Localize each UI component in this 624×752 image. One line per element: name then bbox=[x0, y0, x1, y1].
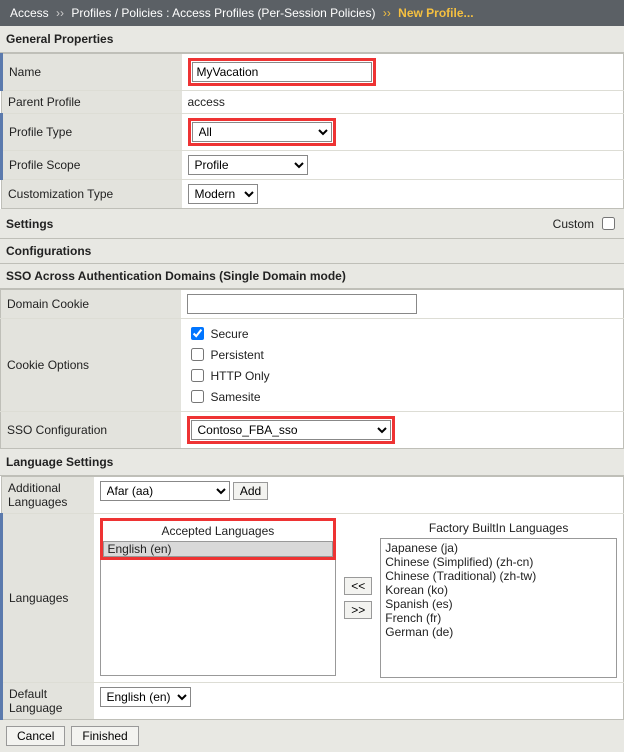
sso-table: Domain Cookie Cookie Options Secure Pers… bbox=[0, 289, 624, 449]
highlight-name bbox=[188, 58, 376, 86]
default-language-label: Default Language bbox=[2, 683, 94, 720]
languages-label: Languages bbox=[2, 514, 94, 683]
finished-button[interactable]: Finished bbox=[71, 726, 138, 746]
profile-type-select[interactable]: All bbox=[192, 122, 332, 142]
factory-language-item[interactable]: Korean (ko) bbox=[381, 583, 616, 597]
settings-header-row: Settings Custom bbox=[0, 209, 624, 239]
accepted-languages-list[interactable] bbox=[100, 560, 337, 676]
httponly-checkbox[interactable] bbox=[191, 369, 204, 382]
factory-languages-list[interactable]: Japanese (ja) Chinese (Simplified) (zh-c… bbox=[380, 538, 617, 678]
additional-languages-label: Additional Languages bbox=[2, 477, 94, 514]
profile-scope-label: Profile Scope bbox=[2, 151, 182, 180]
breadcrumb-sep: ›› bbox=[56, 6, 64, 20]
parent-profile-value: access bbox=[182, 91, 624, 114]
secure-label: Secure bbox=[211, 327, 249, 341]
domain-cookie-label: Domain Cookie bbox=[1, 290, 181, 319]
language-settings-header: Language Settings bbox=[0, 449, 624, 476]
highlight-profile-type: All bbox=[188, 118, 336, 146]
general-properties-header: General Properties bbox=[0, 26, 624, 53]
httponly-label: HTTP Only bbox=[211, 369, 270, 383]
name-label: Name bbox=[2, 54, 182, 91]
factory-language-item[interactable]: Spanish (es) bbox=[381, 597, 616, 611]
customization-type-select[interactable]: Modern bbox=[188, 184, 258, 204]
name-input[interactable] bbox=[192, 62, 372, 82]
breadcrumb: Access ›› Profiles / Policies : Access P… bbox=[0, 0, 624, 26]
domain-cookie-input[interactable] bbox=[187, 294, 417, 314]
additional-languages-select[interactable]: Afar (aa) bbox=[100, 481, 230, 501]
factory-language-item[interactable]: Japanese (ja) bbox=[381, 541, 616, 555]
secure-checkbox[interactable] bbox=[191, 327, 204, 340]
settings-header: Settings bbox=[6, 217, 53, 231]
highlight-accepted: Accepted Languages English (en) bbox=[100, 518, 337, 560]
cookie-options-label: Cookie Options bbox=[1, 319, 181, 412]
accepted-languages-title: Accepted Languages bbox=[103, 521, 334, 541]
factory-languages-title: Factory BuiltIn Languages bbox=[380, 518, 617, 538]
breadcrumb-sep: ›› bbox=[383, 6, 391, 20]
add-button[interactable]: Add bbox=[233, 482, 268, 500]
default-language-select[interactable]: English (en) bbox=[100, 687, 191, 707]
profile-scope-select[interactable]: Profile bbox=[188, 155, 308, 175]
persistent-label: Persistent bbox=[211, 348, 264, 362]
cancel-button[interactable]: Cancel bbox=[6, 726, 65, 746]
breadcrumb-leaf: New Profile... bbox=[398, 6, 473, 20]
footer: Cancel Finished bbox=[0, 720, 624, 752]
highlight-sso-config: Contoso_FBA_sso bbox=[187, 416, 395, 444]
parent-profile-label: Parent Profile bbox=[2, 91, 182, 114]
customization-type-label: Customization Type bbox=[2, 180, 182, 209]
breadcrumb-path[interactable]: Profiles / Policies : Access Profiles (P… bbox=[71, 6, 375, 20]
factory-language-item[interactable]: German (de) bbox=[381, 625, 616, 639]
factory-language-item[interactable]: Chinese (Simplified) (zh-cn) bbox=[381, 555, 616, 569]
move-right-button[interactable]: >> bbox=[344, 601, 372, 619]
move-left-button[interactable]: << bbox=[344, 577, 372, 595]
languages-dual-list: Accepted Languages English (en) << >> Fa… bbox=[100, 518, 618, 678]
profile-type-label: Profile Type bbox=[2, 114, 182, 151]
configurations-header: Configurations bbox=[0, 239, 624, 264]
samesite-checkbox[interactable] bbox=[191, 390, 204, 403]
sso-domains-header: SSO Across Authentication Domains (Singl… bbox=[0, 264, 624, 289]
breadcrumb-root[interactable]: Access bbox=[10, 6, 49, 20]
general-properties-table: Name Parent Profile access Profile Type … bbox=[0, 53, 624, 209]
sso-configuration-label: SSO Configuration bbox=[1, 412, 181, 449]
sso-configuration-select[interactable]: Contoso_FBA_sso bbox=[191, 420, 391, 440]
accepted-language-item[interactable]: English (en) bbox=[104, 542, 333, 556]
language-settings-table: Additional Languages Afar (aa) Add Langu… bbox=[0, 476, 624, 720]
persistent-checkbox[interactable] bbox=[191, 348, 204, 361]
samesite-label: Samesite bbox=[211, 390, 261, 404]
factory-language-item[interactable]: Chinese (Traditional) (zh-tw) bbox=[381, 569, 616, 583]
custom-checkbox[interactable] bbox=[602, 217, 615, 230]
factory-language-item[interactable]: French (fr) bbox=[381, 611, 616, 625]
custom-label: Custom bbox=[553, 217, 594, 231]
